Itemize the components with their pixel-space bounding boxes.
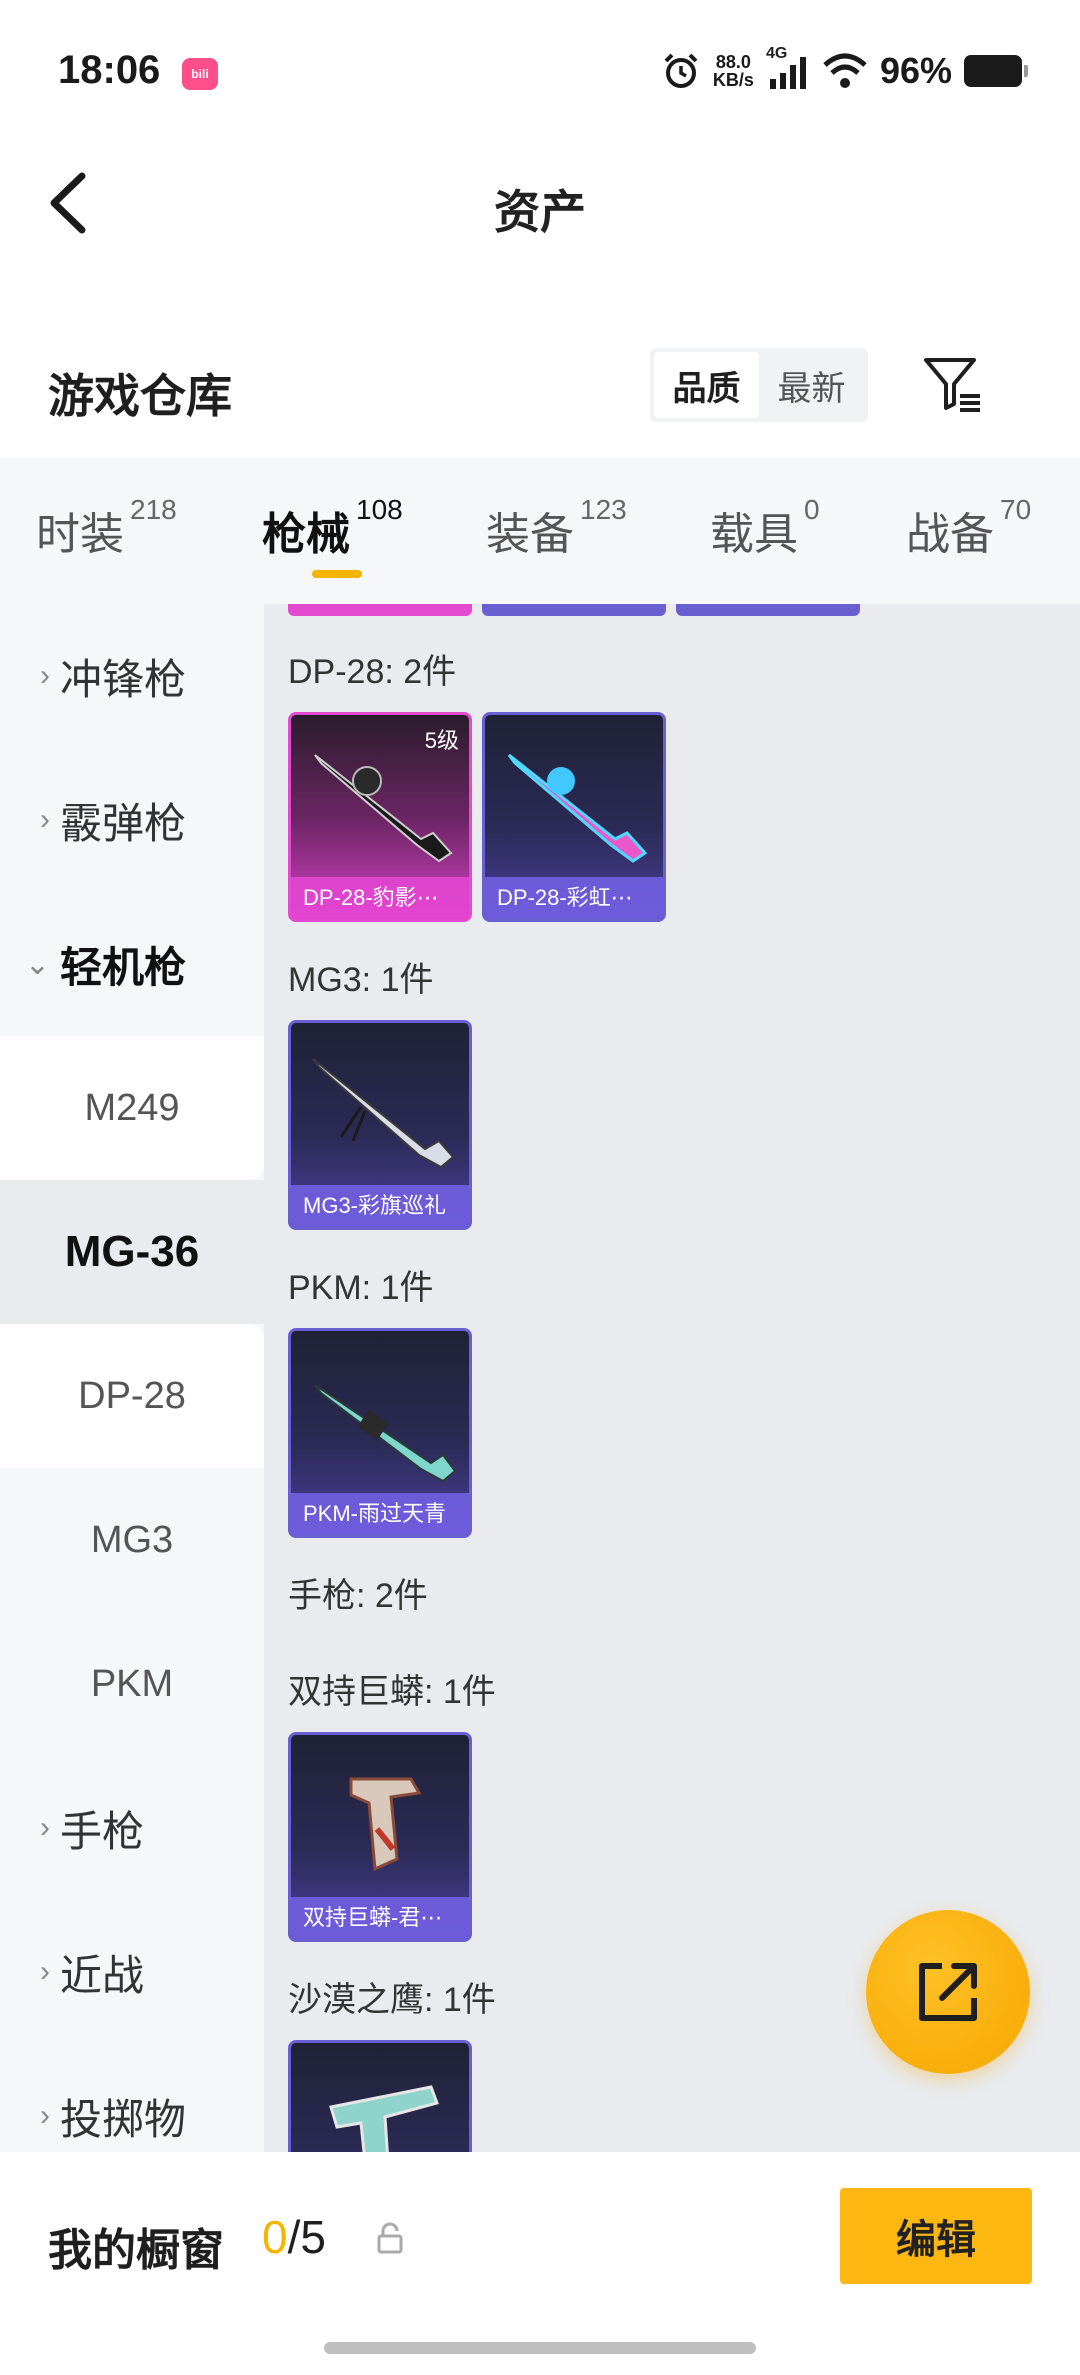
item-card-partial[interactable] — [482, 604, 666, 616]
sidebar-subitem-pkm[interactable]: PKM — [0, 1612, 264, 1756]
sidebar-subitem-dp28[interactable]: DP-28 — [0, 1324, 264, 1468]
filter-icon[interactable] — [920, 352, 984, 416]
sort-latest-button[interactable]: 最新 — [759, 352, 864, 418]
category-tabs: 时装218 枪械108 装备123 载具0 战备70 — [0, 458, 1080, 604]
bilibili-app-icon: bili — [182, 58, 218, 90]
group-title: 双持巨蟒: 1件 — [288, 1673, 496, 1711]
tab-fashion[interactable]: 时装218 — [36, 494, 177, 562]
sort-quality-button[interactable]: 品质 — [654, 352, 759, 418]
status-right: 88.0 KB/s 4G 96% — [661, 45, 1028, 92]
chevron-right-icon: › — [40, 2099, 50, 2132]
signal-icon — [769, 57, 806, 89]
sidebar-item-label: 轻机枪 — [60, 943, 187, 991]
showcase-separator: / — [287, 2211, 301, 2263]
sidebar-item-lmg[interactable]: ⌄ 轻机枪 — [0, 892, 264, 1036]
item-name: 双持巨蟒-君⋯ — [291, 1897, 469, 1939]
signal-group: 4G — [766, 45, 810, 91]
sidebar-item-pistol[interactable]: › 手枪 — [0, 1756, 264, 1900]
speed-unit: KB/s — [712, 70, 754, 90]
sort-toggle: 品质 最新 — [650, 348, 868, 422]
weapon-mg3-icon — [312, 1058, 455, 1169]
item-card[interactable]: PKM-雨过天青 — [288, 1328, 472, 1538]
tab-vehicles[interactable]: 载具0 — [710, 494, 820, 562]
chevron-right-icon: › — [40, 659, 50, 692]
sidebar-item-label: 手枪 — [60, 1807, 145, 1855]
tab-count: 218 — [130, 494, 177, 525]
item-name: DP-28-彩虹⋯ — [485, 877, 663, 919]
showcase-current: 0 — [262, 2211, 288, 2263]
item-card-partial[interactable] — [676, 604, 860, 616]
edit-button[interactable]: 编辑 — [840, 2188, 1032, 2284]
showcase-total: 5 — [300, 2211, 326, 2263]
group-title: 手枪: 2件 — [288, 1577, 428, 1615]
sidebar-item-label: 冲锋枪 — [60, 655, 187, 703]
weapon-dp28-rainbow-icon — [507, 753, 648, 863]
item-card-partial[interactable] — [288, 604, 472, 616]
alarm-icon — [664, 53, 698, 88]
speed-value: 88.0 — [715, 52, 751, 72]
tab-label: 枪械 — [262, 510, 350, 559]
tab-label: 战备 — [906, 510, 994, 559]
weapon-dual-python-icon — [349, 1777, 422, 1872]
sidebar-item-label: 投掷物 — [60, 2095, 187, 2143]
tab-label: 装备 — [486, 510, 574, 559]
sidebar-item-label: 霰弹枪 — [60, 799, 187, 847]
sidebar: › 冲锋枪 › 霰弹枪 ⌄ 轻机枪 M249 MG-36 DP-28 MG3 PKM … — [0, 604, 264, 2152]
group-title: 沙漠之鹰: 1件 — [288, 1981, 496, 2019]
item-card[interactable]: DP-28-彩虹⋯ — [482, 712, 666, 922]
tab-count: 123 — [580, 494, 627, 525]
sidebar-subitem-mg36[interactable]: MG-36 — [0, 1180, 264, 1324]
active-tab-indicator — [312, 570, 362, 578]
chevron-right-icon: › — [40, 1955, 50, 1988]
battery-percent: 96% — [879, 50, 952, 91]
chevron-right-icon: › — [40, 803, 50, 836]
item-name: PKM-雨过天青 — [291, 1493, 469, 1535]
showcase-label: 我的橱窗 — [48, 2226, 224, 2275]
tab-label: 载具 — [710, 510, 798, 559]
tab-label: 时装 — [36, 510, 124, 559]
sidebar-subitem-m249[interactable]: M249 — [0, 1036, 264, 1180]
sidebar-subitem-mg3[interactable]: MG3 — [0, 1468, 264, 1612]
group-title: PKM: 1件 — [288, 1269, 434, 1307]
status-time: 18:06 — [58, 48, 161, 92]
tab-count: 108 — [356, 494, 403, 525]
page-title: 资产 — [494, 186, 586, 238]
section-title: 游戏仓库 — [48, 370, 232, 422]
item-name: DP-28-豹影⋯ — [291, 877, 469, 919]
sidebar-item-shotgun[interactable]: › 霰弹枪 — [0, 748, 264, 892]
wifi-icon — [823, 53, 867, 88]
item-card[interactable]: 5级 DP-28-豹影⋯ — [288, 712, 472, 922]
share-icon — [919, 1963, 977, 2021]
network-speed: 88.0 KB/s — [713, 53, 754, 89]
tab-count: 0 — [804, 494, 820, 525]
item-level-badge: 5级 — [424, 728, 459, 753]
tab-count: 70 — [1000, 494, 1032, 525]
group-title: DP-28: 2件 — [288, 653, 457, 691]
sidebar-item-melee[interactable]: › 近战 — [0, 1900, 264, 2044]
lock-icon — [377, 2222, 403, 2254]
chevron-right-icon: › — [40, 1811, 50, 1844]
sidebar-item-throwable[interactable]: › 投掷物 — [0, 2044, 264, 2152]
item-card[interactable]: 双持巨蟒-君⋯ — [288, 1732, 472, 1942]
chevron-down-icon: ⌄ — [24, 947, 50, 981]
battery-icon — [964, 55, 1028, 87]
weapon-pkm-icon — [314, 1384, 457, 1483]
status-bar: 18:06 bili 88.0 KB/s 4G 96% — [0, 0, 1080, 140]
tab-equipment[interactable]: 装备123 — [486, 494, 627, 562]
share-button[interactable] — [866, 1910, 1030, 2074]
weapon-desert-eagle-icon — [329, 2085, 439, 2152]
sidebar-item-smg[interactable]: › 冲锋枪 — [0, 604, 264, 748]
item-name: MG3-彩旗巡礼 — [291, 1185, 469, 1227]
item-card[interactable] — [288, 2040, 472, 2152]
showcase-count: 0/5 — [262, 2210, 326, 2264]
group-title: MG3: 1件 — [288, 961, 434, 999]
tab-gear[interactable]: 战备70 — [906, 494, 1031, 562]
tab-weapons[interactable]: 枪械108 — [262, 494, 403, 562]
home-indicator[interactable] — [324, 2342, 756, 2354]
item-card[interactable]: MG3-彩旗巡礼 — [288, 1020, 472, 1230]
sidebar-item-label: 近战 — [60, 1951, 145, 1999]
